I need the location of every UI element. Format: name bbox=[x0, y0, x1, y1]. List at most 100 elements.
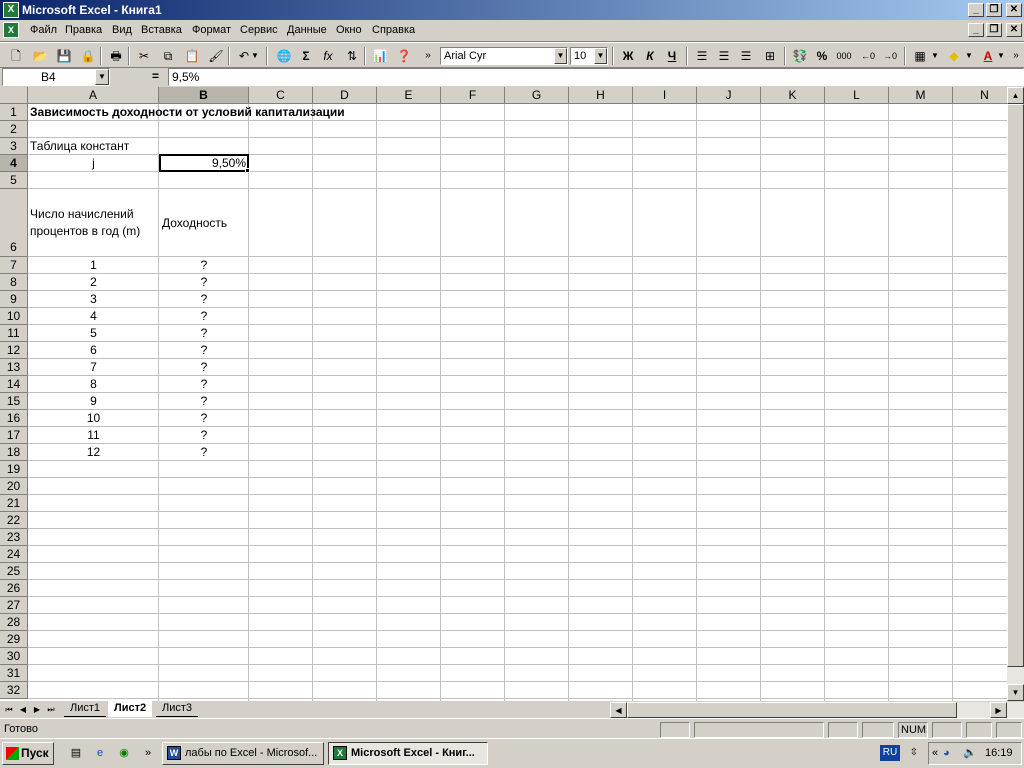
cell-a18[interactable]: 12 bbox=[28, 444, 159, 460]
select-all-corner[interactable] bbox=[0, 87, 28, 104]
cell-b9[interactable]: ? bbox=[159, 291, 249, 307]
row-header-31[interactable]: 31 bbox=[0, 665, 28, 682]
chevron-down-icon[interactable]: ▼ bbox=[95, 69, 109, 85]
close-button[interactable]: ✕ bbox=[1006, 3, 1022, 17]
font-color-dropdown-icon[interactable]: ▼ bbox=[996, 47, 1006, 65]
column-header-i[interactable]: I bbox=[633, 87, 697, 104]
menu-view[interactable]: Вид bbox=[112, 24, 132, 36]
cell-b7[interactable]: ? bbox=[159, 257, 249, 273]
column-header-k[interactable]: K bbox=[761, 87, 825, 104]
menu-tools[interactable]: Сервис bbox=[240, 24, 278, 36]
task-excel[interactable]: X Microsoft Excel - Книг... bbox=[328, 742, 488, 765]
tray-chevron[interactable]: « bbox=[932, 743, 938, 764]
scroll-up-icon[interactable]: ▲ bbox=[1007, 87, 1024, 104]
toolbar-more-icon[interactable]: » bbox=[1010, 47, 1022, 65]
row-header-17[interactable]: 17 bbox=[0, 427, 28, 444]
tab-sheet2[interactable]: Лист2 bbox=[108, 701, 153, 717]
cell-b10[interactable]: ? bbox=[159, 308, 249, 324]
cell-a6-line2[interactable]: процентов в год (m) bbox=[30, 223, 140, 239]
doc-close-button[interactable]: ✕ bbox=[1006, 23, 1022, 37]
font-combo[interactable]: Arial Cyr ▼ bbox=[440, 47, 568, 65]
workbook-icon[interactable]: X bbox=[3, 22, 19, 38]
prev-sheet-icon[interactable]: ◀ bbox=[16, 702, 30, 717]
row-header-8[interactable]: 8 bbox=[0, 274, 28, 291]
row-header-14[interactable]: 14 bbox=[0, 376, 28, 393]
task-word[interactable]: W лабы по Excel - Microsof... bbox=[162, 742, 324, 765]
formula-input[interactable]: 9,5% bbox=[168, 68, 1024, 86]
show-desktop-icon[interactable]: ▤ bbox=[68, 745, 84, 761]
clock[interactable]: 16:19 bbox=[985, 743, 1013, 764]
column-header-e[interactable]: E bbox=[377, 87, 441, 104]
row-header-23[interactable]: 23 bbox=[0, 529, 28, 546]
cell-b4[interactable]: 9,50% bbox=[160, 155, 246, 171]
doc-restore-button[interactable]: ❐ bbox=[986, 23, 1002, 37]
column-header-h[interactable]: H bbox=[569, 87, 633, 104]
cell-b17[interactable]: ? bbox=[159, 427, 249, 443]
row-header-27[interactable]: 27 bbox=[0, 597, 28, 614]
align-center-icon[interactable]: ☰ bbox=[714, 47, 734, 65]
help-icon[interactable]: ❓ bbox=[394, 47, 414, 65]
row-header-10[interactable]: 10 bbox=[0, 308, 28, 325]
minimize-button[interactable]: _ bbox=[968, 3, 984, 17]
horizontal-scrollbar[interactable]: ◀ ▶ bbox=[610, 702, 1024, 718]
print-icon[interactable]: 🖶 bbox=[106, 47, 126, 65]
menu-edit[interactable]: Правка bbox=[65, 24, 102, 36]
row-header-30[interactable]: 30 bbox=[0, 648, 28, 665]
outlook-icon[interactable]: ◉ bbox=[116, 745, 132, 761]
scroll-right-icon[interactable]: ▶ bbox=[990, 702, 1007, 718]
autosum-icon[interactable]: Σ bbox=[296, 47, 316, 65]
worksheet-grid[interactable]: ABCDEFGHIJKLMN 1 2 3 4 5 6 7 8 9 10 11 12 13 14 15 16 17… bbox=[0, 87, 1024, 701]
next-sheet-icon[interactable]: ▶ bbox=[30, 702, 44, 717]
row-header-19[interactable]: 19 bbox=[0, 461, 28, 478]
row-header-18[interactable]: 18 bbox=[0, 444, 28, 461]
align-right-icon[interactable]: ☰ bbox=[736, 47, 756, 65]
cell-b15[interactable]: ? bbox=[159, 393, 249, 409]
scroll-down-icon[interactable]: ▼ bbox=[1007, 684, 1024, 701]
column-header-c[interactable]: C bbox=[249, 87, 313, 104]
toolbar-options-icon[interactable]: » bbox=[418, 47, 438, 65]
copy-icon[interactable]: ⧉ bbox=[158, 47, 178, 65]
row-header-3[interactable]: 3 bbox=[0, 138, 28, 155]
name-box[interactable]: B4 ▼ bbox=[2, 68, 110, 86]
row-header-7[interactable]: 7 bbox=[0, 257, 28, 274]
menu-insert[interactable]: Вставка bbox=[141, 24, 182, 36]
undo-dropdown-icon[interactable]: ▼ bbox=[250, 47, 260, 65]
fill-dropdown-icon[interactable]: ▼ bbox=[964, 47, 974, 65]
row-header-28[interactable]: 28 bbox=[0, 614, 28, 631]
cell-a13[interactable]: 7 bbox=[28, 359, 159, 375]
save-icon[interactable]: 💾 bbox=[54, 47, 74, 65]
menu-format[interactable]: Формат bbox=[192, 24, 231, 36]
cell-a16[interactable]: 10 bbox=[28, 410, 159, 426]
increase-decimal-icon[interactable]: ←0 bbox=[858, 47, 878, 65]
italic-button[interactable]: К bbox=[640, 47, 660, 65]
row-header-1[interactable]: 1 bbox=[0, 104, 28, 121]
start-button[interactable]: Пуск bbox=[2, 742, 54, 765]
cell-b12[interactable]: ? bbox=[159, 342, 249, 358]
cell-a14[interactable]: 8 bbox=[28, 376, 159, 392]
cell-b11[interactable]: ? bbox=[159, 325, 249, 341]
row-header-29[interactable]: 29 bbox=[0, 631, 28, 648]
doc-minimize-button[interactable]: _ bbox=[968, 23, 984, 37]
menu-data[interactable]: Данные bbox=[287, 24, 327, 36]
row-header-6[interactable]: 6 bbox=[0, 189, 28, 257]
function-icon[interactable]: fx bbox=[318, 47, 338, 65]
restore-button[interactable]: ❐ bbox=[986, 3, 1002, 17]
last-sheet-icon[interactable]: ⏭ bbox=[44, 702, 58, 717]
menu-file[interactable]: Файл bbox=[30, 24, 57, 36]
column-header-j[interactable]: J bbox=[697, 87, 761, 104]
hyperlink-icon[interactable]: 🌐 bbox=[274, 47, 294, 65]
scroll-left-icon[interactable]: ◀ bbox=[610, 702, 627, 718]
cell-b8[interactable]: ? bbox=[159, 274, 249, 290]
h-scroll-thumb[interactable] bbox=[627, 702, 957, 718]
cell-b13[interactable]: ? bbox=[159, 359, 249, 375]
first-sheet-icon[interactable]: ⏮ bbox=[2, 702, 16, 717]
volume-icon[interactable]: 🔈 bbox=[963, 743, 977, 764]
row-header-21[interactable]: 21 bbox=[0, 495, 28, 512]
tab-sheet1[interactable]: Лист1 bbox=[64, 701, 107, 717]
language-options-icon[interactable]: ⇳ bbox=[906, 745, 922, 761]
row-header-4[interactable]: 4 bbox=[0, 155, 28, 172]
format-painter-icon[interactable]: 🖌 bbox=[206, 47, 226, 65]
open-icon[interactable]: 📂 bbox=[30, 47, 50, 65]
paste-icon[interactable]: 📋 bbox=[182, 47, 202, 65]
column-header-g[interactable]: G bbox=[505, 87, 569, 104]
